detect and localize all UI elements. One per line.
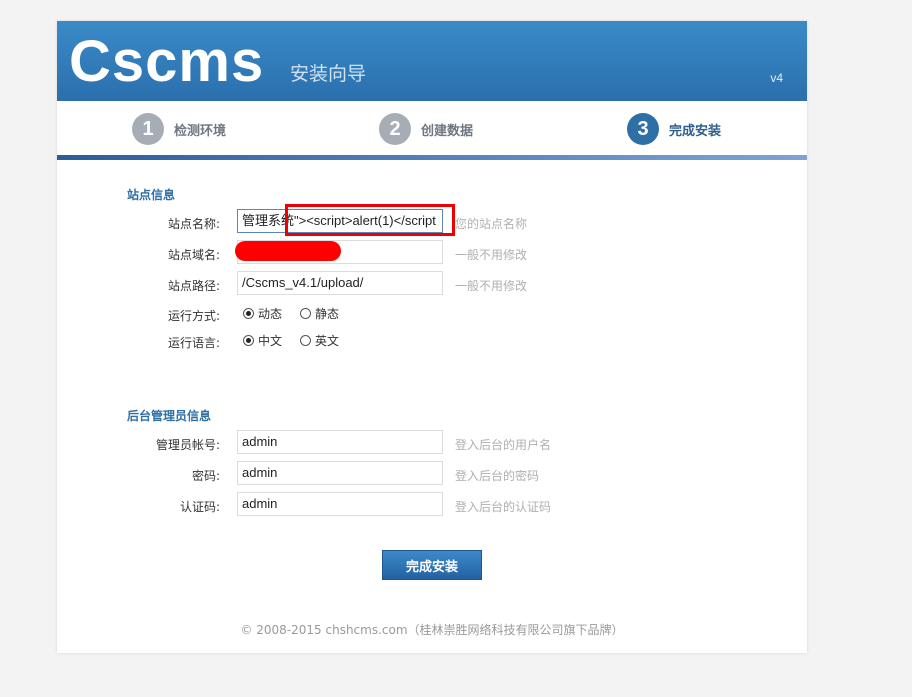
- annotation-highlight-box: [285, 204, 455, 236]
- step-number-icon: 3: [627, 113, 659, 145]
- site-domain-hint: 一般不用修改: [455, 248, 528, 262]
- site-domain-label: 站点域名:: [167, 248, 220, 262]
- step-2: 2 创建数据: [379, 113, 473, 145]
- site-name-label: 站点名称:: [167, 217, 220, 231]
- site-path-row: 站点路径: /Cscms_v4.1/upload/ 一般不用修改: [57, 271, 807, 297]
- redaction-mark: [235, 241, 341, 261]
- admin-password-input[interactable]: admin: [237, 461, 443, 485]
- admin-password-label: 密码:: [191, 469, 220, 483]
- language-label: 运行语言:: [167, 336, 220, 350]
- language-options: 中文 英文: [243, 332, 357, 349]
- finish-install-button[interactable]: 完成安装: [382, 550, 482, 580]
- run-mode-dynamic-radio[interactable]: 动态: [243, 305, 282, 322]
- admin-info-heading: 后台管理员信息: [127, 409, 212, 423]
- run-mode-label: 运行方式:: [167, 309, 220, 323]
- site-path-input[interactable]: /Cscms_v4.1/upload/: [237, 271, 443, 295]
- step-3: 3 完成安装: [627, 113, 721, 145]
- language-english-radio[interactable]: 英文: [300, 332, 339, 349]
- auth-code-row: 认证码: admin 登入后台的认证码: [57, 492, 807, 518]
- header-banner: Cscms 安装向导 v4: [57, 21, 807, 101]
- auth-code-label: 认证码:: [179, 500, 220, 514]
- run-mode-options: 动态 静态: [243, 305, 357, 322]
- auth-code-input[interactable]: admin: [237, 492, 443, 516]
- radio-label: 英文: [315, 334, 340, 348]
- step-label: 完成安装: [669, 123, 722, 139]
- logo: Cscms: [69, 29, 265, 94]
- admin-password-row: 密码: admin 登入后台的密码: [57, 461, 807, 487]
- step-label: 检测环境: [174, 123, 227, 139]
- step-label: 创建数据: [421, 123, 474, 139]
- site-path-hint: 一般不用修改: [455, 279, 528, 293]
- radio-unchecked-icon: [300, 335, 312, 346]
- site-name-hint: 您的站点名称: [455, 217, 528, 231]
- admin-account-row: 管理员帐号: admin 登入后台的用户名: [57, 430, 807, 456]
- radio-label: 中文: [258, 334, 283, 348]
- auth-code-hint: 登入后台的认证码: [455, 500, 552, 514]
- site-domain-row: 站点域名: 一般不用修改: [57, 240, 807, 266]
- step-number-icon: 2: [379, 113, 411, 145]
- step-number-icon: 1: [132, 113, 164, 145]
- version-label: v4: [770, 71, 783, 85]
- run-mode-static-radio[interactable]: 静态: [300, 305, 339, 322]
- radio-unchecked-icon: [300, 308, 312, 319]
- radio-label: 静态: [315, 307, 340, 321]
- radio-label: 动态: [258, 307, 283, 321]
- language-row: 运行语言: 中文 英文: [57, 328, 807, 354]
- progress-bar: [57, 155, 807, 160]
- radio-checked-icon: [243, 308, 254, 319]
- admin-account-hint: 登入后台的用户名: [455, 438, 552, 452]
- step-1: 1 检测环境: [132, 113, 226, 145]
- admin-account-input[interactable]: admin: [237, 430, 443, 454]
- admin-password-hint: 登入后台的密码: [455, 469, 540, 483]
- wizard-title: 安装向导: [290, 63, 367, 85]
- step-indicator: 1 检测环境 2 创建数据 3 完成安装: [57, 101, 807, 156]
- site-info-heading: 站点信息: [127, 188, 176, 202]
- admin-account-label: 管理员帐号:: [155, 438, 220, 452]
- site-path-label: 站点路径:: [167, 279, 220, 293]
- installer-panel: Cscms 安装向导 v4 1 检测环境 2 创建数据 3 完成安装 站点信息 …: [57, 21, 807, 653]
- run-mode-row: 运行方式: 动态 静态: [57, 301, 807, 327]
- language-chinese-radio[interactable]: 中文: [243, 332, 282, 349]
- radio-checked-icon: [243, 335, 254, 346]
- footer-copyright: © 2008-2015 chshcms.com（桂林崇胜网络科技有限公司旗下品牌…: [240, 623, 624, 637]
